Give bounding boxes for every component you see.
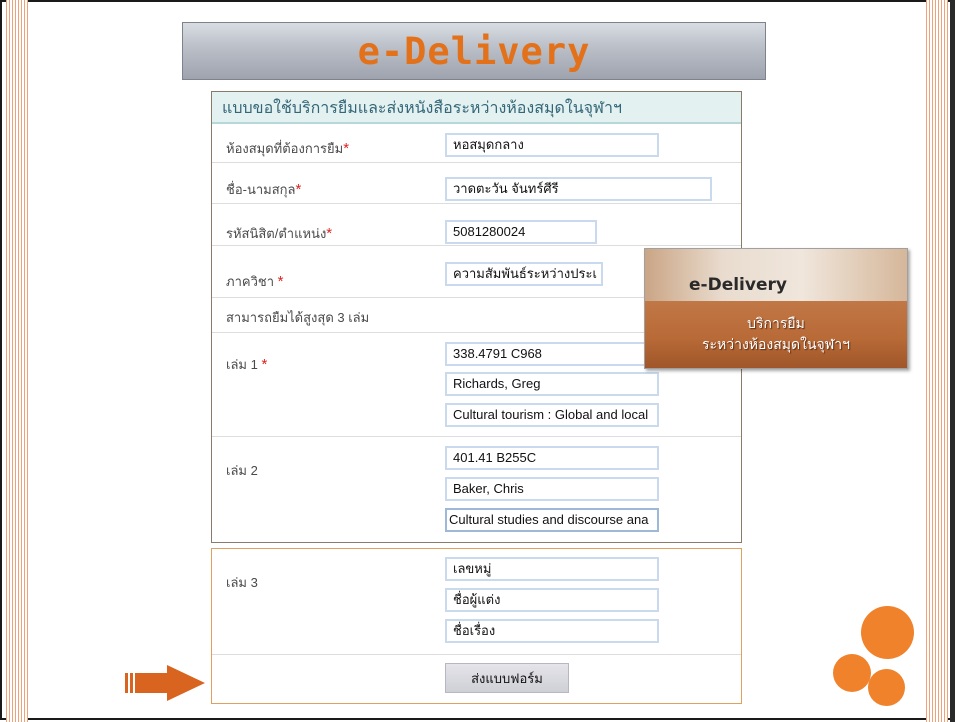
book-1-author-field[interactable]: Richards, Greg [445, 372, 659, 396]
book-3-row: เล่ม 3 เลขหมู่ ชื่อผู้แต่ง ชื่อเรื่อง [212, 549, 741, 655]
id-row: รหัสนิสิต/ตำแหน่ง* 5081280024 [212, 204, 741, 246]
promo-image: e-Delivery บริการยืม ระหว่างห้องสมุดในจุ… [644, 248, 908, 369]
book-2-call-number-field[interactable]: 401.41 B255C [445, 446, 659, 470]
book-2-author-field[interactable]: Baker, Chris [445, 477, 659, 501]
book-3-author-field[interactable]: ชื่อผู้แต่ง [445, 588, 659, 612]
id-label: รหัสนิสิต/ตำแหน่ง* [226, 225, 333, 242]
decorative-circle-medium [833, 654, 871, 692]
title-banner: e-Delivery [182, 22, 766, 80]
book-2-row: เล่ม 2 401.41 B255C Baker, Chris Cultura… [212, 437, 741, 542]
page-title: e-Delivery [357, 29, 591, 73]
submit-button[interactable]: ส่งแบบฟอร์ม [445, 663, 569, 693]
promo-title: e-Delivery [689, 275, 787, 295]
book-3-call-number-field[interactable]: เลขหมู่ [445, 557, 659, 581]
name-label: ชื่อ-นามสกุล* [226, 181, 302, 198]
promo-subtitle-line-1: บริการยืม [747, 316, 805, 332]
id-field[interactable]: 5081280024 [445, 220, 597, 244]
book-1-call-number-field[interactable]: 338.4791 C968 [445, 342, 659, 366]
library-row: ห้องสมุดที่ต้องการยืม* หอสมุดกลาง [212, 124, 741, 163]
book-1-label: เล่ม 1 * [226, 356, 268, 373]
limit-note: สามารถยืมได้สูงสุด 3 เล่ม [226, 310, 370, 325]
decorative-stripes-left [6, 0, 28, 722]
department-label: ภาควิชา * [226, 273, 284, 290]
book-2-label: เล่ม 2 [226, 463, 258, 478]
library-label: ห้องสมุดที่ต้องการยืม* [226, 140, 350, 157]
decorative-circle-small [868, 669, 905, 706]
form-heading: แบบขอใช้บริการยืมและส่งหนังสือระหว่างห้อ… [212, 92, 741, 124]
decorative-circle-large [861, 606, 914, 659]
library-field[interactable]: หอสมุดกลาง [445, 133, 659, 157]
decorative-stripes-right [926, 0, 948, 722]
name-field[interactable]: วาดตะวัน จันทร์ศีรี [445, 177, 712, 201]
book-3-label: เล่ม 3 [226, 575, 258, 590]
name-row: ชื่อ-นามสกุล* วาดตะวัน จันทร์ศีรี [212, 163, 741, 204]
book-2-title-field[interactable]: Cultural studies and discourse ana [445, 508, 659, 532]
slide-edge [950, 0, 955, 722]
arrow-icon [125, 665, 205, 701]
promo-subtitle-line-2: ระหว่างห้องสมุดในจุฬาฯ [701, 337, 851, 353]
book-3-title-field[interactable]: ชื่อเรื่อง [445, 619, 659, 643]
book-3-section: เล่ม 3 เลขหมู่ ชื่อผู้แต่ง ชื่อเรื่อง ส่… [211, 548, 742, 704]
book-1-title-field[interactable]: Cultural tourism : Global and local [445, 403, 659, 427]
department-field[interactable]: ความสัมพันธ์ระหว่างประเ [445, 262, 603, 286]
